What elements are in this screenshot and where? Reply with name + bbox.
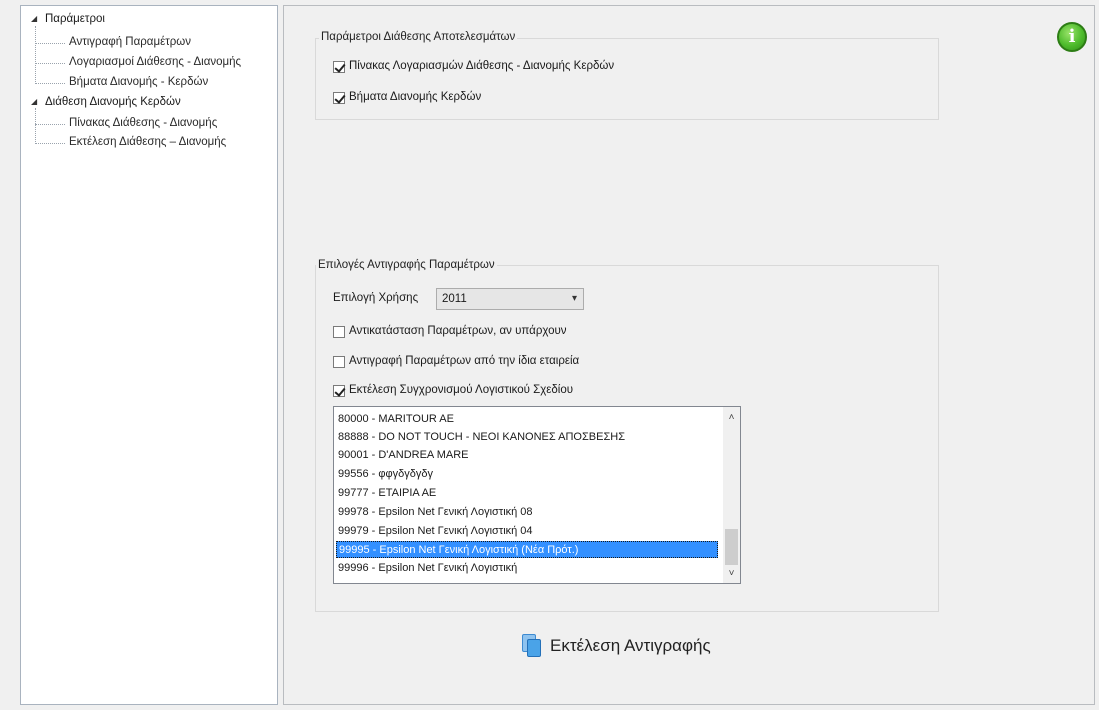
info-icon[interactable]: i (1057, 22, 1087, 52)
copy-group-title: Επιλογές Αντιγραφής Παραμέτρων (316, 259, 497, 271)
expand-triangle-icon[interactable]: ◢ (31, 94, 37, 110)
navigation-tree: ◢ Παράμετροι Αντιγραφή Παραμέτρων Λογαρι… (20, 5, 278, 705)
list-item[interactable]: 90001 - D'ANDREA MARE (336, 447, 718, 464)
tree-node-profit-distribution[interactable]: ◢ Διάθεση Διανομής Κερδών (31, 94, 181, 110)
list-item-selected[interactable]: 99995 - Epsilon Net Γενική Λογιστική (Νέ… (336, 541, 718, 558)
listbox-scrollbar[interactable]: ˄ ˅ (723, 407, 740, 583)
list-item[interactable]: 99996 - Epsilon Net Γενική Λογιστική (336, 560, 718, 577)
checkbox-label: Εκτέλεση Συγχρονισμού Λογιστικού Σχεδίου (349, 384, 574, 396)
checkbox-sync-chart[interactable] (333, 385, 345, 397)
tree-item-profit-steps[interactable]: Βήματα Διανομής - Κερδών (69, 74, 208, 90)
scrollbar-thumb[interactable] (725, 529, 738, 565)
tree-connector (35, 143, 65, 144)
company-listbox[interactable]: 80000 - MARITOUR AE 88888 - DO NOT TOUCH… (333, 406, 741, 584)
checkbox-label: Αντικατάσταση Παραμέτρων, αν υπάρχουν (349, 325, 567, 337)
tree-item-execute-distribution[interactable]: Εκτέλεση Διάθεσης – Διανομής (69, 134, 226, 150)
checkbox-label: Αντιγραφή Παραμέτρων από την ίδια εταιρε… (349, 355, 580, 367)
results-options-group (315, 38, 939, 120)
scroll-up-icon[interactable]: ˄ (723, 409, 740, 426)
list-item[interactable]: 99979 - Epsilon Net Γενική Λογιστική 04 (336, 523, 718, 540)
year-select[interactable]: 2011 ▾ (436, 288, 584, 310)
execute-copy-button[interactable]: Εκτέλεση Αντιγραφής (522, 630, 711, 662)
tree-connector (35, 26, 36, 84)
results-group-title: Παράμετροι Διάθεσης Αποτελεσμάτων (319, 31, 518, 43)
tree-node-label: Παράμετροι (45, 13, 105, 25)
tree-connector (35, 63, 65, 64)
year-label: Επιλογή Χρήσης (333, 292, 419, 304)
tree-connector (35, 108, 36, 144)
tree-connector (35, 83, 65, 84)
list-item[interactable]: 99777 - ΕΤΑΙΡΙΑ ΑΕ (336, 485, 718, 502)
checkbox-accounts-table[interactable] (333, 61, 345, 73)
list-item[interactable]: 99556 - φφγδγδγδγ (336, 466, 718, 483)
list-item[interactable]: 80000 - MARITOUR AE (336, 411, 718, 428)
checkbox-distribution-steps[interactable] (333, 92, 345, 104)
checkbox-same-company[interactable] (333, 356, 345, 368)
list-item[interactable]: 88888 - DO NOT TOUCH - ΝΕΟΙ ΚΑΝΟΝΕΣ ΑΠΟΣ… (336, 429, 718, 446)
checkbox-replace-parameters[interactable] (333, 326, 345, 338)
execute-copy-label: Εκτέλεση Αντιγραφής (550, 636, 711, 655)
expand-triangle-icon[interactable]: ◢ (31, 11, 37, 27)
list-item[interactable]: 99978 - Epsilon Net Γενική Λογιστική 08 (336, 504, 718, 521)
tree-item-copy-parameters[interactable]: Αντιγραφή Παραμέτρων (69, 34, 191, 50)
tree-connector (35, 43, 65, 44)
chevron-down-icon: ▾ (571, 293, 577, 304)
year-select-value: 2011 (442, 293, 467, 305)
scroll-down-icon[interactable]: ˅ (723, 565, 740, 582)
tree-item-distribution-table[interactable]: Πίνακας Διάθεσης - Διανομής (69, 115, 217, 131)
copy-icon (522, 634, 542, 658)
tree-node-label: Διάθεση Διανομής Κερδών (45, 96, 181, 108)
checkbox-label: Βήματα Διανομής Κερδών (349, 91, 482, 103)
tree-item-distribution-accounts[interactable]: Λογαριασμοί Διάθεσης - Διανομής (69, 54, 241, 70)
checkbox-label: Πίνακας Λογαριασμών Διάθεσης - Διανομής … (349, 60, 615, 72)
tree-connector (35, 124, 65, 125)
tree-node-parameters[interactable]: ◢ Παράμετροι (31, 11, 105, 27)
